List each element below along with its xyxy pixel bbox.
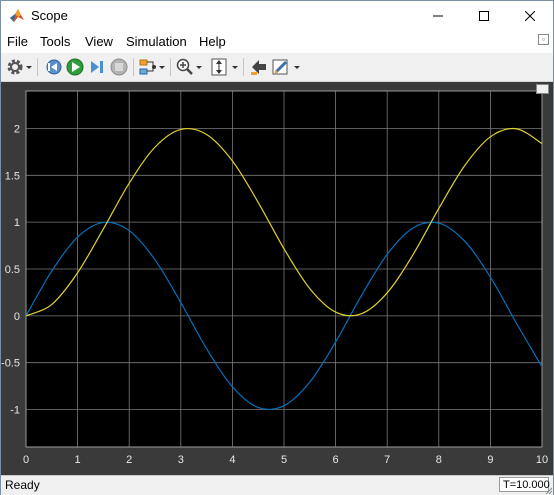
status-bar: Ready T=10.000 bbox=[1, 475, 553, 495]
menu-bar: File Tools View Simulation Help ▫ bbox=[1, 31, 553, 53]
close-button[interactable] bbox=[507, 1, 553, 31]
scale-dropdown-icon[interactable] bbox=[231, 57, 239, 77]
zoom-dropdown-icon[interactable] bbox=[195, 57, 203, 77]
menu-tools[interactable]: Tools bbox=[40, 34, 70, 49]
step-back-icon[interactable] bbox=[43, 57, 63, 77]
window-title: Scope bbox=[31, 8, 68, 23]
zoom-in-icon[interactable] bbox=[175, 57, 195, 77]
x-tick-label: 8 bbox=[436, 454, 442, 466]
maximize-icon bbox=[479, 11, 489, 21]
scope-plot[interactable]: 0 1 2 3 4 5 6 7 8 9 10 -1 -0.5 0 0.5 1 1.5 2 bbox=[1, 82, 553, 475]
y-tick-label: -1 bbox=[10, 405, 20, 417]
toolbar bbox=[1, 53, 553, 82]
y-tick-label: 0 bbox=[14, 311, 20, 323]
gear-icon[interactable] bbox=[5, 57, 25, 77]
y-tick-label: -0.5 bbox=[1, 358, 20, 370]
close-icon bbox=[525, 11, 535, 21]
minimize-icon bbox=[433, 15, 443, 17]
maximize-button[interactable] bbox=[461, 1, 507, 31]
x-tick-label: 3 bbox=[178, 454, 184, 466]
matlab-logo-icon bbox=[10, 9, 24, 22]
y-tick-label: 1.5 bbox=[5, 170, 20, 182]
y-tick-label: 0.5 bbox=[5, 264, 20, 276]
step-forward-icon[interactable] bbox=[87, 57, 107, 77]
gear-dropdown-icon[interactable] bbox=[25, 57, 33, 77]
x-tick-label: 10 bbox=[536, 454, 548, 466]
y-tick-label: 1 bbox=[14, 217, 20, 229]
scope-window: Scope File Tools View Simulation Help ▫ bbox=[0, 0, 554, 495]
title-bar[interactable]: Scope bbox=[1, 1, 553, 31]
x-tick-label: 5 bbox=[281, 454, 287, 466]
plot-panel: 0 1 2 3 4 5 6 7 8 9 10 -1 -0.5 0 0.5 1 1.5 2 bbox=[1, 82, 553, 475]
menu-simulation[interactable]: Simulation bbox=[126, 34, 187, 49]
style-dropdown-icon[interactable] bbox=[293, 57, 301, 77]
x-tick-label: 7 bbox=[384, 454, 390, 466]
x-tick-label: 1 bbox=[75, 454, 81, 466]
signal-select-icon[interactable] bbox=[138, 57, 158, 77]
status-text: Ready bbox=[5, 478, 40, 492]
x-tick-label: 9 bbox=[487, 454, 493, 466]
stop-icon[interactable] bbox=[109, 57, 129, 77]
x-tick-label: 6 bbox=[333, 454, 339, 466]
x-tick-label: 0 bbox=[23, 454, 29, 466]
menu-help[interactable]: Help bbox=[199, 34, 226, 49]
minimize-button[interactable] bbox=[415, 1, 461, 31]
menu-view[interactable]: View bbox=[85, 34, 113, 49]
resize-grip-icon[interactable] bbox=[543, 485, 553, 495]
undock-icon[interactable] bbox=[536, 84, 549, 94]
menu-file[interactable]: File bbox=[7, 34, 28, 49]
highlight-block-icon[interactable] bbox=[249, 57, 269, 77]
y-tick-label: 2 bbox=[14, 123, 20, 135]
edit-style-icon[interactable] bbox=[271, 57, 291, 77]
signal-dropdown-icon[interactable] bbox=[158, 57, 166, 77]
x-tick-label: 4 bbox=[229, 454, 235, 466]
run-icon[interactable] bbox=[65, 57, 85, 77]
simulation-time: T=10.000 bbox=[499, 477, 550, 492]
pin-icon[interactable]: ▫ bbox=[538, 34, 549, 45]
scale-y-axis-icon[interactable] bbox=[209, 57, 229, 77]
x-tick-label: 2 bbox=[126, 454, 132, 466]
